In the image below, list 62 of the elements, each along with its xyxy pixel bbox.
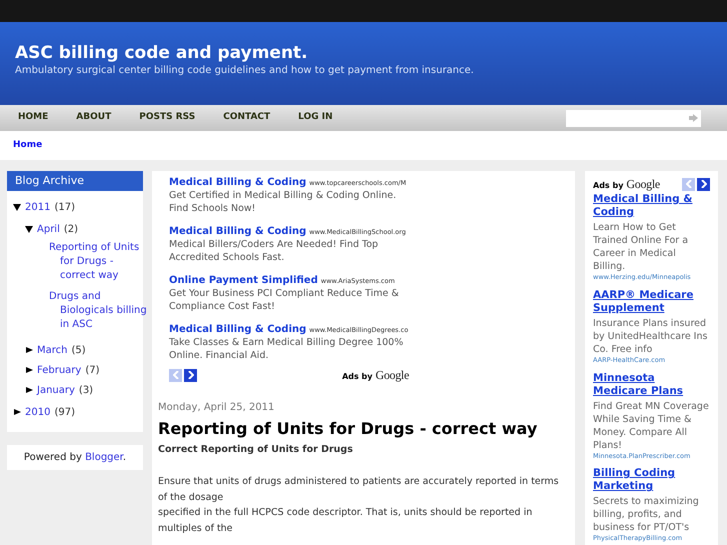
post-subtitle: Correct Reporting of Units for Drugs <box>158 443 354 457</box>
nav-link[interactable]: LOG IN <box>298 111 333 125</box>
blog-description: Ambulatory surgical center billing code guidelines and how to get payment from insurance. <box>15 64 475 77</box>
ad-title-link[interactable]: Medical Billing & Coding <box>169 176 306 189</box>
expanded-triangle-icon[interactable] <box>13 203 21 211</box>
ad-description: Learn How to Get Trained Online For a Career in Medical Billing. <box>593 221 690 273</box>
ad-title-link[interactable]: Medical Billing & Coding <box>169 225 306 238</box>
chevron-left-icon <box>686 180 692 188</box>
archive-link[interactable]: 2010 <box>25 404 50 420</box>
next-button[interactable] <box>697 178 710 190</box>
ad-description: Medical Billers/Coders Are Needed! Find Top Accredited Schools Fast. <box>169 238 380 264</box>
archive-link[interactable]: January <box>37 382 75 398</box>
nav-link[interactable]: HOME <box>18 111 48 125</box>
archive-post-link[interactable]: Drugs and Biologicals billing in ASC <box>49 290 149 332</box>
chevron-left-icon <box>172 371 178 379</box>
post-title[interactable]: Reporting of Units for Drugs - correct way <box>158 418 569 440</box>
expanded-triangle-icon[interactable] <box>25 225 33 233</box>
ad-title-link[interactable]: AARP® Medicare Supplement <box>593 288 710 315</box>
ads-by-label: Ads by <box>342 371 372 383</box>
ad-title-link[interactable]: Online Payment Simplified <box>169 274 318 287</box>
ad-description: Secrets to maximizing billing, profits, and business for PT/OT's <box>593 495 700 534</box>
ad-title-link[interactable]: Medical Billing & Coding <box>593 193 710 219</box>
post-count: (3) <box>78 384 94 398</box>
google-wordmark: Google <box>626 176 660 193</box>
collapsed-triangle-icon[interactable] <box>25 386 33 394</box>
ads-by-label: Ads by <box>593 180 624 192</box>
post-count: (5) <box>71 344 86 358</box>
ad-description: Take Classes & Earn Medical Billing Degree 100% Online. Financial Aid. <box>169 336 404 362</box>
chevron-right-icon <box>700 180 706 188</box>
archive-link[interactable]: 2011 <box>25 200 50 214</box>
ad-title-link[interactable]: Billing Coding Marketing <box>593 467 710 494</box>
ad-description: Get Certified in Medical Billing & Coding Online. Find Schools Now! <box>169 189 398 215</box>
collapsed-triangle-icon[interactable] <box>13 408 21 416</box>
archive-link[interactable]: March <box>37 342 68 358</box>
post-count: (2) <box>64 222 78 236</box>
collapsed-triangle-icon[interactable] <box>25 346 33 354</box>
ad-title-link[interactable]: Minnesota Medicare Plans <box>593 372 710 398</box>
widget-header: Blog Archive <box>7 171 143 191</box>
breadcrumb-link[interactable]: Home <box>13 138 42 152</box>
collapsed-triangle-icon[interactable] <box>25 366 33 374</box>
powered-by-text: Powered by Blogger. <box>24 451 126 465</box>
post-paragraph: specified in the full HCPCS code descriptor. That is, units should be reported in multiples of the <box>158 506 534 536</box>
ad-description: Find Great MN Coverage While Saving Time & Money. Compare All Plans! <box>593 400 710 452</box>
post-count: (97) <box>54 406 75 420</box>
blogger-link[interactable]: Blogger <box>85 452 123 463</box>
next-button[interactable] <box>184 368 197 382</box>
nav-link[interactable]: CONTACT <box>223 111 270 125</box>
nav-link[interactable]: ABOUT <box>76 111 112 125</box>
ad-title-link[interactable]: Medical Billing & Coding <box>169 323 306 336</box>
archive-link[interactable]: February <box>37 362 82 378</box>
google-wordmark: Google <box>375 367 409 384</box>
nav-link[interactable]: POSTS RSS <box>139 111 196 125</box>
ad-description: Get Your Business PCI Compliant Reduce Time & Compliance Cost Fast! <box>169 287 400 313</box>
post-date: Monday, April 25, 2011 <box>158 401 276 415</box>
ad-description: Insurance Plans insured by UnitedHealthcare Ins Co. Free info <box>593 316 708 356</box>
archive-link[interactable]: April <box>37 222 60 236</box>
blog-title[interactable]: ASC billing code and payment. <box>15 42 712 64</box>
post-count: (17) <box>54 200 75 214</box>
search-field[interactable] <box>566 110 701 126</box>
chevron-right-icon <box>188 371 194 379</box>
archive-post-link[interactable]: Reporting of Units for Drugs - correct way <box>49 241 149 283</box>
post-count: (7) <box>85 364 100 378</box>
